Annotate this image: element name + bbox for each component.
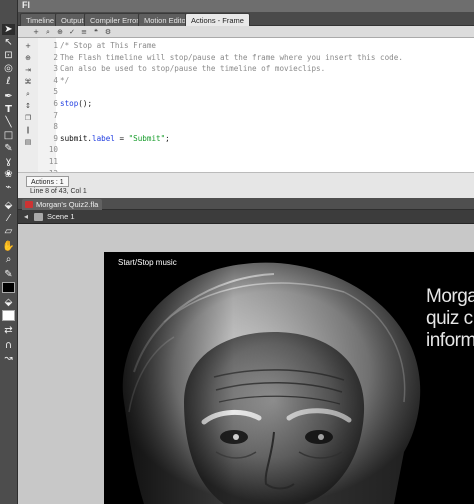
free-transform-tool-icon[interactable]: ⊡	[2, 50, 15, 61]
document-tab[interactable]: Morgan's Quiz2.fla	[22, 199, 103, 210]
pin-script-icon[interactable]: +	[24, 42, 32, 50]
find-icon[interactable]: ⌕	[44, 28, 52, 36]
add-statement-icon[interactable]: +	[32, 28, 40, 36]
line-number: 3	[53, 64, 58, 74]
code-line: /* Stop at This Frame	[60, 40, 156, 51]
code-line: stop();	[60, 98, 92, 109]
zoom-tool-icon[interactable]: ⌕	[2, 254, 15, 265]
code-token-comment: */	[60, 75, 70, 85]
tab-actions-frame[interactable]: Actions - Frame	[185, 13, 250, 26]
lasso-tool-icon[interactable]: ℓ	[2, 76, 15, 87]
text-tool-icon[interactable]: T	[2, 104, 15, 115]
target-icon[interactable]: ⊕	[56, 28, 64, 36]
quiz-title-text: Morga quiz c inform	[426, 286, 474, 352]
title-line: Morga	[426, 286, 474, 307]
fill-color-icon[interactable]: ⬙	[2, 297, 15, 308]
title-line: quiz c	[426, 308, 473, 329]
code-token-comment: The Flash timeline will stop/pause at th…	[60, 52, 403, 62]
3d-rotation-tool-icon[interactable]: ◎	[2, 63, 15, 74]
subselection-tool-icon[interactable]: ↖	[2, 37, 15, 48]
smooth-icon[interactable]: ↝	[2, 353, 15, 364]
line-number: 2	[53, 52, 58, 62]
actions-script-tab[interactable]: Actions : 1	[26, 176, 69, 187]
document-tab-bar: Morgan's Quiz2.fla	[18, 198, 474, 210]
document-tab-label: Morgan's Quiz2.fla	[36, 200, 99, 209]
line-number: 5	[53, 87, 58, 97]
collapse-icon[interactable]: ⇥	[24, 66, 32, 74]
stage[interactable]: Start/Stop music Morga quiz c inform	[104, 252, 474, 504]
selection-tool-icon[interactable]: ➤	[2, 24, 15, 35]
show-toolbox-icon[interactable]: ▤	[24, 138, 32, 146]
line-number: 11	[48, 157, 58, 166]
stroke-color-swatch[interactable]	[2, 282, 15, 293]
line-number: 4	[53, 75, 58, 85]
code-line: Can also be used to stop/pause the timel…	[60, 63, 325, 74]
pen-tool-icon[interactable]: ✒	[2, 91, 15, 102]
code-token-comment: /* Stop at This Frame	[60, 41, 157, 50]
code-token-keyword: label	[92, 133, 115, 143]
fill-color-swatch[interactable]	[2, 310, 15, 321]
line-number: 1	[53, 41, 58, 50]
snap-to-objects-icon[interactable]: ∩	[2, 340, 15, 351]
stroke-color-icon[interactable]: ✎	[2, 269, 15, 280]
apply-line-comment-icon[interactable]: ∥	[24, 126, 32, 134]
tools-panel: ➤ ↖ ⊡ ◎ ℓ ✒ T ╲ □ ✎ ɣ ❀ ⌁ ⬙ ⁄ ▱ ✋ ⌕ ✎ ⬙ …	[0, 0, 18, 504]
deco-tool-icon[interactable]: ❀	[2, 169, 15, 180]
code-line: The Flash timeline will stop/pause at th…	[60, 52, 403, 63]
swap-colors-icon[interactable]: ⇄	[2, 325, 15, 336]
app-logo: Fl	[22, 0, 30, 10]
panel-tab-bar: Timeline Output Compiler Errors Motion E…	[18, 12, 474, 26]
code-token-keyword: stop	[60, 99, 79, 108]
eraser-tool-icon[interactable]: ▱	[2, 226, 15, 237]
line-tool-icon[interactable]: ╲	[2, 117, 15, 128]
insert-path-icon[interactable]: ⊕	[24, 54, 32, 62]
bone-tool-icon[interactable]: ⌁	[2, 182, 15, 193]
scene-label[interactable]: Scene 1	[47, 212, 75, 222]
line-position-status: Line 8 of 43, Col 1	[30, 188, 87, 195]
title-line: inform	[426, 330, 474, 351]
code-token-plain: ;	[165, 133, 170, 143]
pencil-tool-icon[interactable]: ✎	[2, 143, 15, 154]
apply-block-comment-icon[interactable]: ❐	[24, 114, 32, 122]
script-editor[interactable]: 1/* Stop at This Frame 2 The Flash timelin…	[38, 38, 474, 172]
line-number: 7	[53, 110, 58, 120]
uncomment-icon[interactable]: ⌕	[24, 90, 32, 98]
line-number: 9	[53, 133, 58, 143]
portrait-image	[104, 252, 474, 504]
back-arrow-icon[interactable]: ◂	[24, 212, 28, 221]
code-token-plain: submit.	[60, 133, 93, 143]
expand-all-icon[interactable]: ↕	[24, 102, 32, 110]
check-syntax-icon[interactable]: ✓	[68, 28, 76, 36]
start-stop-music-button[interactable]: Start/Stop music	[118, 258, 177, 268]
debug-options-icon[interactable]: ⚙	[104, 28, 112, 36]
code-line: submit.label = "Submit";	[60, 133, 170, 144]
code-token-comment: Can also be used to stop/pause the timel…	[60, 64, 326, 74]
scene-clapper-icon	[34, 213, 43, 221]
auto-format-icon[interactable]: ≡	[80, 28, 88, 36]
flash-ide-window: ➤ ↖ ⊡ ◎ ℓ ✒ T ╲ □ ✎ ɣ ❀ ⌁ ⬙ ⁄ ▱ ✋ ⌕ ✎ ⬙ …	[0, 0, 474, 504]
actions-toolbar: + ⌕ ⊕ ✓ ≡ ❝ ⚙	[18, 26, 474, 38]
paint-bucket-tool-icon[interactable]: ⬙	[2, 200, 15, 211]
eyedropper-tool-icon[interactable]: ⁄	[2, 213, 15, 224]
comment-icon[interactable]: ⌘	[24, 78, 32, 86]
code-line: */	[60, 75, 69, 86]
fla-file-icon	[25, 201, 33, 208]
app-title-strip: Fl	[18, 0, 474, 12]
code-token-plain: ();	[78, 99, 93, 108]
line-number: 8	[53, 122, 58, 132]
code-token-str: "Submit"	[128, 133, 166, 143]
line-number: 10	[48, 145, 58, 155]
code-hint-icon[interactable]: ❝	[92, 28, 100, 36]
rectangle-tool-icon[interactable]: □	[2, 130, 15, 141]
scene-bar: ◂ Scene 1	[18, 210, 474, 224]
actions-status-bar: Actions : 1 Line 8 of 43, Col 1	[18, 172, 474, 198]
line-number: 6	[53, 99, 58, 108]
hand-tool-icon[interactable]: ✋	[2, 241, 15, 252]
brush-tool-icon[interactable]: ɣ	[2, 156, 15, 167]
code-token-plain: =	[114, 133, 129, 143]
